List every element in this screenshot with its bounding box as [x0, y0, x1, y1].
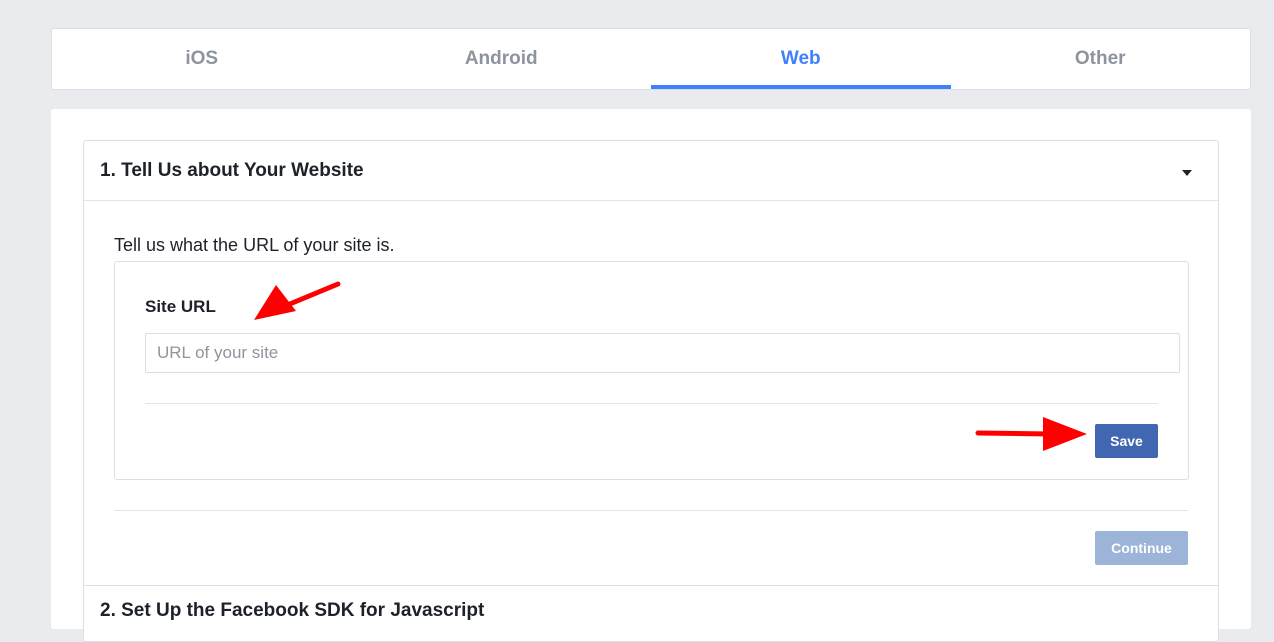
next-section-title[interactable]: 2. Set Up the Facebook SDK for Javascrip…: [100, 600, 484, 622]
tab-ios[interactable]: iOS: [52, 29, 352, 89]
continue-button[interactable]: Continue: [1095, 531, 1188, 565]
site-url-input[interactable]: [145, 333, 1180, 373]
divider: [114, 510, 1188, 511]
site-url-box: Site URL Save: [114, 261, 1189, 480]
save-button[interactable]: Save: [1095, 424, 1158, 458]
platform-tabs: iOS Android Web Other: [51, 28, 1251, 90]
site-url-label: Site URL: [145, 297, 216, 316]
tab-web[interactable]: Web: [651, 29, 951, 89]
tab-other[interactable]: Other: [951, 29, 1251, 89]
main-panel: 1. Tell Us about Your Website Tell us wh…: [51, 109, 1251, 642]
section-header[interactable]: 1. Tell Us about Your Website: [84, 141, 1218, 201]
section-intro: Tell us what the URL of your site is.: [114, 235, 395, 255]
tab-android[interactable]: Android: [352, 29, 652, 89]
divider: [84, 585, 1218, 586]
divider: [145, 403, 1158, 404]
website-section: 1. Tell Us about Your Website Tell us wh…: [83, 140, 1219, 642]
caret-down-icon[interactable]: [1182, 169, 1192, 176]
section-title: 1. Tell Us about Your Website: [100, 159, 364, 181]
